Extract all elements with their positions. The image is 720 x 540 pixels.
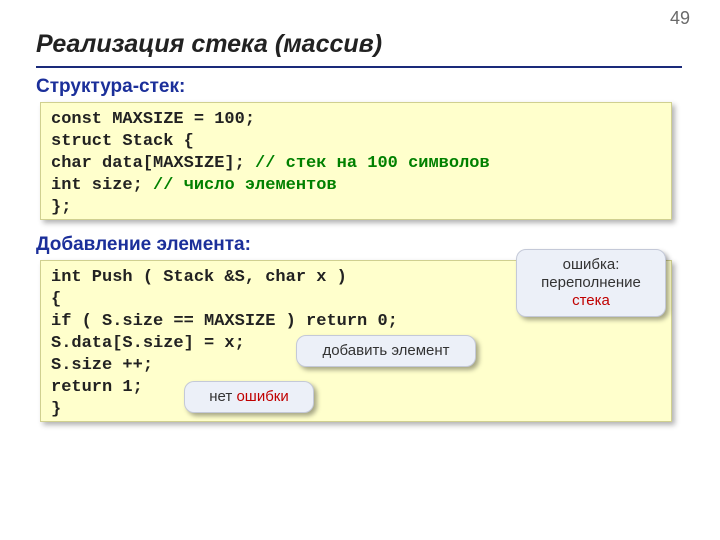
code-text: int size; bbox=[51, 176, 153, 195]
code-line: } bbox=[51, 399, 661, 421]
code-line: }; bbox=[51, 197, 661, 219]
callout-text: добавить элемент bbox=[322, 342, 449, 359]
code-line: return 1; bbox=[51, 377, 661, 399]
code-comment: // стек на 100 символов bbox=[255, 154, 490, 173]
page-number: 49 bbox=[670, 8, 690, 29]
code-comment: // число элементов bbox=[153, 176, 337, 195]
callout-noerror: нет ошибки bbox=[184, 381, 314, 413]
code-line: const MAXSIZE = 100; bbox=[51, 109, 661, 131]
page-title: Реализация стека (массив) bbox=[36, 30, 382, 59]
callout-text-red: ошибки bbox=[236, 388, 288, 405]
callout-add: добавить элемент bbox=[296, 335, 476, 367]
code-text: char data[MAXSIZE]; bbox=[51, 154, 255, 173]
callout-overflow: ошибка: переполнение стека bbox=[516, 249, 666, 317]
code-line: struct Stack { bbox=[51, 131, 661, 153]
callout-text: нет bbox=[209, 388, 236, 405]
section-add-label: Добавление элемента: bbox=[36, 234, 251, 256]
code-line: char data[MAXSIZE]; // стек на 100 симво… bbox=[51, 153, 661, 175]
callout-text: ошибка: переполнение bbox=[541, 256, 641, 291]
title-underline bbox=[36, 66, 682, 68]
code-block-struct: const MAXSIZE = 100; struct Stack { char… bbox=[40, 102, 672, 220]
section-struct-label: Структура-стек: bbox=[36, 76, 185, 98]
code-line: int size; // число элементов bbox=[51, 175, 661, 197]
callout-text-red: стека bbox=[572, 292, 610, 309]
